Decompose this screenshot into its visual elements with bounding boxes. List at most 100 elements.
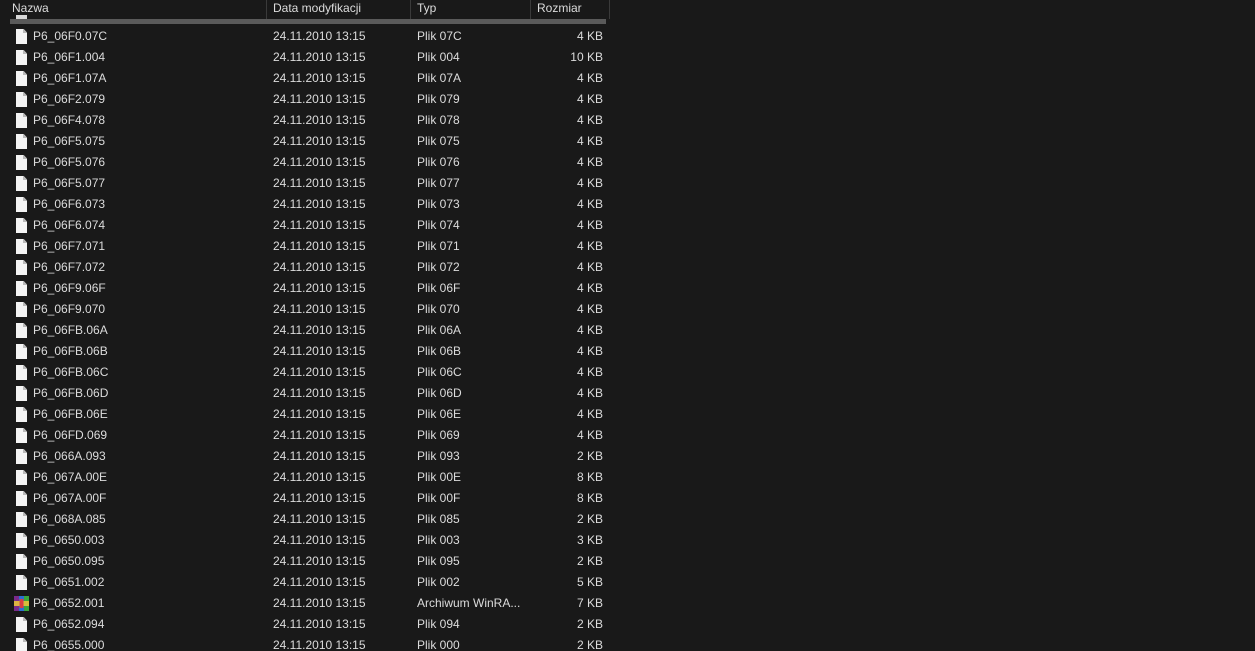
file-icon: [14, 152, 30, 173]
file-icon: [14, 530, 30, 551]
file-name: P6_06F2.079: [33, 92, 106, 106]
file-type: Plik 094: [417, 617, 460, 631]
file-row[interactable]: P6_06F4.078 24.11.2010 13:15 Plik 078 4 KB: [0, 110, 610, 131]
file-type: Plik 075: [417, 134, 460, 148]
file-icon: [14, 362, 30, 383]
file-date-modified: 24.11.2010 13:15: [273, 218, 366, 232]
file-icon: [14, 278, 30, 299]
column-header-date-modified[interactable]: Data modyfikacji: [267, 0, 411, 19]
file-row[interactable]: P6_067A.00E 24.11.2010 13:15 Plik 00E 8 KB: [0, 467, 610, 488]
file-size: 10 KB: [570, 50, 603, 64]
file-row[interactable]: P6_06F7.071 24.11.2010 13:15 Plik 071 4 KB: [0, 236, 610, 257]
file-size: 4 KB: [576, 239, 603, 253]
file-type: Plik 076: [417, 155, 460, 169]
file-row[interactable]: P6_06FB.06B 24.11.2010 13:15 Plik 06B 4 KB: [0, 341, 610, 362]
column-header-type[interactable]: Typ: [411, 0, 531, 19]
file-type: Plik 00E: [417, 470, 462, 484]
file-type: Plik 06C: [417, 365, 462, 379]
file-type: Plik 003: [417, 533, 460, 547]
file-date-modified: 24.11.2010 13:15: [273, 176, 366, 190]
file-type: Plik 06D: [417, 386, 462, 400]
header-scroll-indicator: [10, 19, 606, 24]
file-row[interactable]: P6_068A.085 24.11.2010 13:15 Plik 085 2 KB: [0, 509, 610, 530]
file-size: 4 KB: [576, 260, 603, 274]
file-row[interactable]: P6_06F7.072 24.11.2010 13:15 Plik 072 4 KB: [0, 257, 610, 278]
file-size: 4 KB: [576, 113, 603, 127]
file-icon: [14, 320, 30, 341]
file-name: P6_06F6.073: [33, 197, 106, 211]
file-row[interactable]: P6_0650.095 24.11.2010 13:15 Plik 095 2 KB: [0, 551, 610, 572]
file-type: Plik 071: [417, 239, 460, 253]
file-row[interactable]: P6_0651.002 24.11.2010 13:15 Plik 002 5 KB: [0, 572, 610, 593]
file-type: Plik 079: [417, 92, 460, 106]
file-size: 4 KB: [576, 386, 603, 400]
file-date-modified: 24.11.2010 13:15: [273, 92, 366, 106]
file-date-modified: 24.11.2010 13:15: [273, 470, 366, 484]
file-row[interactable]: P6_06F0.07C 24.11.2010 13:15 Plik 07C 4 KB: [0, 26, 610, 47]
file-row[interactable]: P6_06F9.070 24.11.2010 13:15 Plik 070 4 KB: [0, 299, 610, 320]
file-size: 4 KB: [576, 29, 603, 43]
file-row[interactable]: P6_06FB.06C 24.11.2010 13:15 Plik 06C 4 KB: [0, 362, 610, 383]
file-row[interactable]: P6_06FB.06D 24.11.2010 13:15 Plik 06D 4 KB: [0, 383, 610, 404]
file-list-pane: Nazwa Data modyfikacji Typ Rozmiar P6_06…: [0, 0, 610, 651]
file-name: P6_06F7.071: [33, 239, 106, 253]
file-icon: [14, 467, 30, 488]
file-row[interactable]: P6_0652.094 24.11.2010 13:15 Plik 094 2 KB: [0, 614, 610, 635]
file-row[interactable]: P6_0655.000 24.11.2010 13:15 Plik 000 2 KB: [0, 635, 610, 651]
file-name: P6_06F5.076: [33, 155, 106, 169]
file-row[interactable]: P6_06F1.07A 24.11.2010 13:15 Plik 07A 4 KB: [0, 68, 610, 89]
file-row[interactable]: P6_0650.003 24.11.2010 13:15 Plik 003 3 KB: [0, 530, 610, 551]
file-row[interactable]: P6_06F2.079 24.11.2010 13:15 Plik 079 4 KB: [0, 89, 610, 110]
file-name: P6_0652.094: [33, 617, 105, 631]
file-icon: [14, 236, 30, 257]
file-icon: [14, 68, 30, 89]
file-row[interactable]: P6_06F5.076 24.11.2010 13:15 Plik 076 4 KB: [0, 152, 610, 173]
file-row[interactable]: P6_06FD.069 24.11.2010 13:15 Plik 069 4 KB: [0, 425, 610, 446]
file-date-modified: 24.11.2010 13:15: [273, 239, 366, 253]
file-icon: [14, 299, 30, 320]
file-type: Plik 072: [417, 260, 460, 274]
column-header-size[interactable]: Rozmiar: [531, 0, 610, 19]
file-type: Plik 06F: [417, 281, 461, 295]
file-icon: [14, 488, 30, 509]
file-row[interactable]: P6_06F5.077 24.11.2010 13:15 Plik 077 4 KB: [0, 173, 610, 194]
file-icon: [14, 26, 30, 47]
file-size: 4 KB: [576, 323, 603, 337]
file-name: P6_06F0.07C: [33, 29, 108, 43]
file-row[interactable]: P6_06F9.06F 24.11.2010 13:15 Plik 06F 4 KB: [0, 278, 610, 299]
file-row[interactable]: P6_067A.00F 24.11.2010 13:15 Plik 00F 8 KB: [0, 488, 610, 509]
file-row[interactable]: P6_06F1.004 24.11.2010 13:15 Plik 004 10 KB: [0, 47, 610, 68]
file-row[interactable]: P6_0652.001 24.11.2010 13:15 Archiwum WinR…: [0, 593, 610, 614]
file-type: Plik 07C: [417, 29, 462, 43]
file-type: Plik 074: [417, 218, 460, 232]
file-size: 4 KB: [576, 71, 603, 85]
file-row[interactable]: P6_06F5.075 24.11.2010 13:15 Plik 075 4 KB: [0, 131, 610, 152]
file-row[interactable]: P6_06FB.06E 24.11.2010 13:15 Plik 06E 4 KB: [0, 404, 610, 425]
file-name: P6_068A.085: [33, 512, 106, 526]
file-row[interactable]: P6_066A.093 24.11.2010 13:15 Plik 093 2 KB: [0, 446, 610, 467]
file-icon: [14, 425, 30, 446]
winrar-archive-icon: [14, 593, 30, 614]
file-size: 2 KB: [576, 554, 603, 568]
file-date-modified: 24.11.2010 13:15: [273, 29, 366, 43]
file-icon: [14, 341, 30, 362]
file-row[interactable]: P6_06FB.06A 24.11.2010 13:15 Plik 06A 4 KB: [0, 320, 610, 341]
file-name: P6_06FB.06B: [33, 344, 108, 358]
file-row[interactable]: P6_06F6.073 24.11.2010 13:15 Plik 073 4 KB: [0, 194, 610, 215]
file-type: Plik 069: [417, 428, 460, 442]
file-size: 8 KB: [576, 491, 603, 505]
file-name: P6_066A.093: [33, 449, 106, 463]
file-date-modified: 24.11.2010 13:15: [273, 491, 366, 505]
column-header-name[interactable]: Nazwa: [6, 0, 267, 19]
file-date-modified: 24.11.2010 13:15: [273, 554, 366, 568]
file-date-modified: 24.11.2010 13:15: [273, 302, 366, 316]
file-date-modified: 24.11.2010 13:15: [273, 428, 366, 442]
file-icon: [14, 404, 30, 425]
file-name: P6_06FB.06C: [33, 365, 109, 379]
file-type: Plik 077: [417, 176, 460, 190]
file-name: P6_06F5.077: [33, 176, 106, 190]
file-row[interactable]: P6_06F6.074 24.11.2010 13:15 Plik 074 4 KB: [0, 215, 610, 236]
file-date-modified: 24.11.2010 13:15: [273, 386, 366, 400]
file-icon: [14, 509, 30, 530]
file-name: P6_06FB.06D: [33, 386, 109, 400]
